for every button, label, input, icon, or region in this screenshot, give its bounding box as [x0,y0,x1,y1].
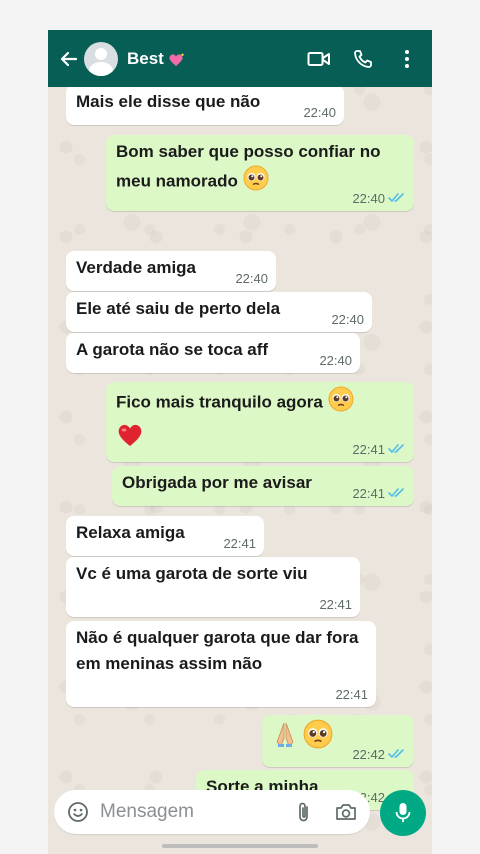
message-outgoing[interactable]: Fico mais tranquilo agora 22:41 [106,382,414,462]
message-meta: 22:40 [319,353,352,369]
message-input[interactable]: Mensagem [100,801,292,823]
read-ticks-icon [388,442,406,458]
message-incoming[interactable]: Mais ele disse que não 22:40 [66,85,344,125]
message-text: Obrigada por me avisar [122,473,312,492]
camera-icon [336,804,356,820]
message-incoming[interactable]: Relaxa amiga 22:41 [66,516,264,556]
chat-screen: Best Mais ele disse que não 22:40 Bom sa… [48,30,432,854]
paperclip-icon [299,802,308,822]
message-incoming[interactable]: Não é qualquer garota que dar fora em me… [66,621,376,707]
composer: Mensagem [54,790,426,836]
contact-title[interactable]: Best [127,49,306,69]
smiley-icon [68,802,88,822]
read-ticks-icon [388,747,406,763]
message-list[interactable]: Mais ele disse que não 22:40 Bom saber q… [48,85,432,810]
message-meta: 22:41 [352,486,406,502]
message-input-box[interactable]: Mensagem [54,790,370,834]
phone-icon [354,49,372,68]
pleading-face-emoji [303,719,333,757]
contact-name: Best [127,48,164,68]
folded-hands-emoji [272,720,298,756]
message-time: 22:40 [303,105,336,120]
message-text: Verdade amiga [76,258,197,277]
message-time: 22:41 [335,687,368,702]
sparkling-heart-icon [168,53,184,66]
attach-button[interactable] [292,800,316,824]
message-outgoing[interactable]: Obrigada por me avisar 22:41 [112,466,414,506]
message-time: 22:41 [352,442,385,457]
message-time: 22:40 [331,312,364,327]
message-meta: 22:41 [352,442,406,458]
message-text: Vc é uma garota de sorte viu [76,564,308,583]
message-outgoing[interactable]: Bom saber que posso confiar no meu namor… [106,135,414,211]
message-text: A garota não se toca aff [76,340,269,359]
message-meta: 22:40 [352,191,406,207]
message-meta: 22:41 [223,536,256,552]
emoji-button[interactable] [66,800,90,824]
message-time: 22:40 [319,353,352,368]
more-vertical-icon [405,49,409,68]
more-options-button[interactable] [394,46,420,72]
pleading-face-emoji [243,165,269,199]
back-button[interactable] [58,48,80,70]
message-outgoing[interactable]: 22:42 [262,715,414,767]
arrow-left-icon [60,51,78,66]
message-meta: 22:40 [303,105,336,121]
chat-header: Best [48,30,432,87]
red-heart-emoji [116,422,144,456]
message-incoming[interactable]: Ele até saiu de perto dela 22:40 [66,292,372,332]
message-time: 22:41 [319,597,352,612]
read-ticks-icon [388,486,406,502]
home-indicator[interactable] [162,844,318,848]
message-meta: 22:40 [331,312,364,328]
message-text: Ele até saiu de perto dela [76,299,281,318]
message-meta: 22:42 [352,747,406,763]
pleading-face-emoji [328,386,354,420]
avatar[interactable] [84,41,118,76]
voice-message-button[interactable] [380,790,426,836]
message-incoming[interactable]: Verdade amiga 22:40 [66,251,276,291]
message-meta: 22:40 [235,271,268,287]
message-time: 22:41 [352,486,385,501]
message-text: Relaxa amiga [76,523,185,542]
message-text: Mais ele disse que não [76,92,261,111]
message-meta: 22:41 [335,687,368,703]
message-time: 22:40 [352,191,385,206]
message-text: Não é qualquer garota que dar fora em me… [76,628,359,673]
read-ticks-icon [388,191,406,207]
voice-call-button[interactable] [350,46,376,72]
camera-button[interactable] [334,800,358,824]
message-text: Fico mais tranquilo agora [116,392,323,412]
message-time: 22:41 [223,536,256,551]
message-time: 22:40 [235,271,268,286]
video-call-button[interactable] [306,46,332,72]
message-incoming[interactable]: Vc é uma garota de sorte viu 22:41 [66,557,360,617]
message-incoming[interactable]: A garota não se toca aff 22:40 [66,333,360,373]
video-call-icon [307,51,330,66]
message-meta: 22:41 [319,597,352,613]
microphone-icon [395,803,411,822]
message-time: 22:42 [352,747,385,762]
